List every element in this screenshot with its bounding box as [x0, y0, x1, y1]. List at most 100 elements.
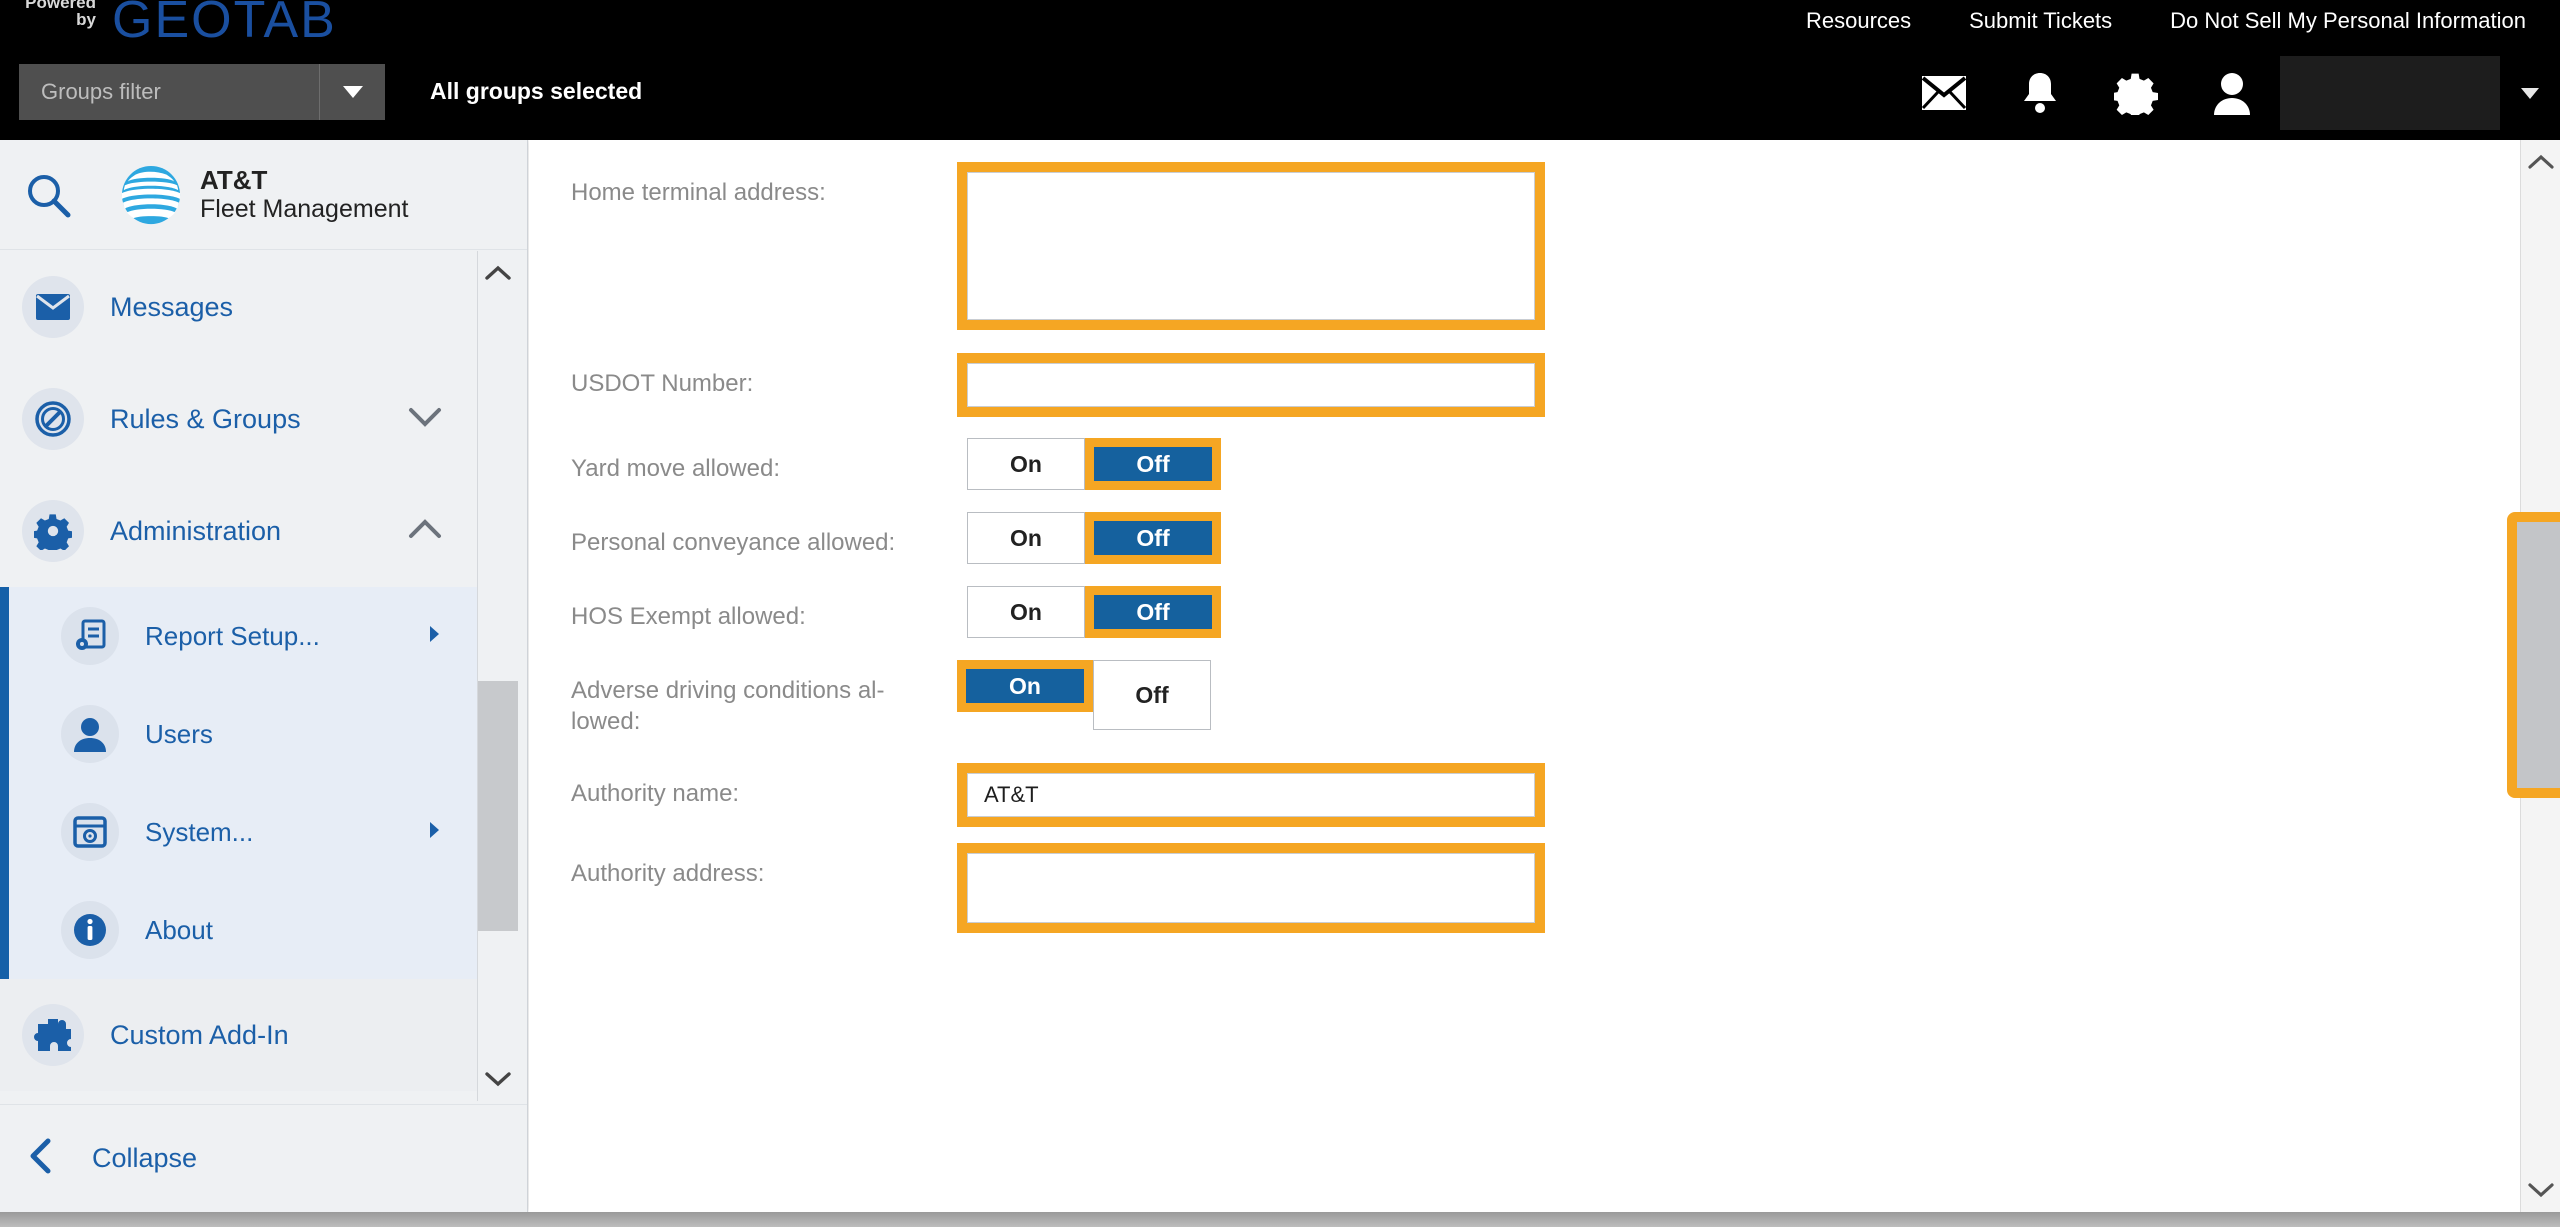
yard-move-on-button[interactable]: On	[967, 438, 1085, 490]
chevron-down-icon	[342, 86, 363, 98]
geotab-logo: GEOTAB	[112, 0, 337, 49]
yard-move-toggle-group: On Off	[967, 438, 1221, 490]
usdot-number-label: USDOT Number:	[571, 370, 754, 397]
powered-by-label: Powered by	[22, 0, 96, 28]
window-bottom-shadow	[0, 1212, 2560, 1227]
groups-filter-caret[interactable]	[319, 64, 385, 120]
sidebar-item-about[interactable]: About	[9, 881, 500, 979]
gear-icon	[22, 500, 84, 562]
usdot-number-input[interactable]	[967, 363, 1535, 407]
scroll-down-icon[interactable]	[478, 1059, 518, 1099]
form-row-authority-address: Authority address:	[529, 843, 2559, 938]
bell-icon[interactable]	[1992, 71, 2088, 115]
all-groups-selected-label: All groups selected	[430, 78, 643, 104]
sidebar-collapse-button[interactable]: Collapse	[0, 1104, 527, 1212]
att-fleet-logo: AT&T Fleet Management	[120, 164, 408, 226]
ban-circle-icon	[22, 388, 84, 450]
adverse-driving-off-button[interactable]: Off	[1093, 660, 1211, 730]
top-header-bar: Powered by GEOTAB Resources Submit Ticke…	[0, 0, 2560, 140]
chevron-down-icon	[408, 406, 442, 433]
hos-exempt-control: On Off	[957, 586, 1221, 638]
left-sidebar: AT&T Fleet Management Messages Rules & G…	[0, 140, 528, 1212]
adverse-driving-on-button[interactable]: On	[966, 669, 1084, 703]
sidebar-item-label: Messages	[110, 291, 234, 322]
hos-exempt-off-button[interactable]: Off	[1094, 595, 1212, 629]
authority-address-control	[957, 843, 1545, 938]
sidebar-item-report-setup[interactable]: Report Setup...	[9, 587, 500, 685]
do-not-sell-link[interactable]: Do Not Sell My Personal Information	[2170, 8, 2526, 34]
focus-highlight-ring	[2507, 512, 2560, 798]
focus-highlight-ring	[957, 843, 1545, 934]
authority-address-label: Authority address:	[571, 860, 765, 888]
authority-name-input[interactable]: AT&T	[967, 773, 1535, 818]
sidebar-item-label: Rules & Groups	[110, 403, 301, 434]
sidebar-item-administration[interactable]: Administration	[0, 475, 500, 587]
sidebar-nav-scroll-area: Messages Rules & Groups Administration R…	[0, 251, 527, 1101]
form-row-adverse-driving: Adverse driving conditions al- lowed: On…	[529, 660, 2559, 737]
scroll-down-icon[interactable]	[2521, 1170, 2560, 1210]
home-terminal-address-label: Home terminal address:	[571, 179, 826, 206]
user-menu-caret[interactable]	[2500, 87, 2560, 99]
resources-link[interactable]: Resources	[1806, 8, 1911, 34]
personal-conveyance-toggle-group: On Off	[967, 512, 1221, 564]
form-row-home-terminal-address: Home terminal address:	[529, 162, 2559, 335]
sidebar-item-users[interactable]: Users	[9, 685, 500, 783]
yard-move-off-button[interactable]: Off	[1094, 447, 1212, 481]
hos-exempt-toggle-group: On Off	[967, 586, 1221, 638]
yard-move-control: On Off	[957, 438, 1221, 490]
scroll-up-icon[interactable]	[2521, 142, 2560, 182]
report-setup-icon	[61, 607, 119, 665]
focus-highlight-ring: Off	[1085, 586, 1221, 638]
sidebar-item-rules-groups[interactable]: Rules & Groups	[0, 363, 500, 475]
content-scrollbar[interactable]	[2507, 140, 2560, 1212]
sidebar-scrollbar-thumb[interactable]	[478, 681, 518, 931]
gear-icon[interactable]	[2088, 71, 2184, 115]
focus-highlight-ring: Off	[1085, 438, 1221, 490]
adverse-driving-toggle-group: On Off	[957, 660, 1211, 730]
sidebar-scrollbar[interactable]	[477, 251, 518, 1101]
user-icon[interactable]	[2184, 71, 2280, 115]
content-scrollbar-thumb[interactable]	[2517, 522, 2560, 788]
chevron-right-icon	[426, 819, 442, 846]
mail-icon	[22, 276, 84, 338]
groups-filter-dropdown[interactable]: Groups filter	[19, 64, 385, 120]
focus-highlight-ring	[957, 162, 1545, 330]
sidebar-brand-row: AT&T Fleet Management	[0, 140, 527, 250]
username-redacted-field[interactable]	[2280, 56, 2500, 130]
focus-highlight-ring: Off	[1085, 512, 1221, 564]
driver-settings-form: Home terminal address: USDOT Number: Yar…	[529, 140, 2559, 938]
groups-filter-placeholder[interactable]: Groups filter	[19, 64, 319, 120]
home-terminal-address-control	[957, 162, 1545, 335]
form-row-hos-exempt: HOS Exempt allowed: On Off	[529, 586, 2559, 638]
hos-exempt-label: HOS Exempt allowed:	[571, 603, 806, 630]
focus-highlight-ring: On	[957, 660, 1093, 712]
info-icon	[61, 901, 119, 959]
collapse-label: Collapse	[92, 1143, 198, 1173]
focus-highlight-ring	[957, 353, 1545, 417]
hos-exempt-on-button[interactable]: On	[967, 586, 1085, 638]
by-word: by	[76, 10, 96, 29]
sidebar-item-label: Administration	[110, 515, 282, 546]
home-terminal-address-textarea[interactable]	[967, 172, 1535, 320]
authority-name-label: Authority name:	[571, 780, 740, 808]
authority-address-textarea[interactable]	[967, 853, 1535, 924]
mail-icon[interactable]	[1896, 76, 1992, 110]
sidebar-item-system[interactable]: System...	[9, 783, 500, 881]
authority-name-control: AT&T	[957, 763, 1545, 828]
sidebar-item-messages[interactable]: Messages	[0, 251, 500, 363]
att-globe-icon	[121, 165, 181, 224]
main-content-panel: Home terminal address: USDOT Number: Yar…	[529, 140, 2560, 1212]
submit-tickets-link[interactable]: Submit Tickets	[1969, 8, 2112, 34]
personal-conveyance-off-button[interactable]: Off	[1094, 521, 1212, 555]
sidebar-item-label: Custom Add-In	[110, 1019, 289, 1050]
sidebar-scrollbar-track[interactable]	[478, 251, 518, 1101]
personal-conveyance-on-button[interactable]: On	[967, 512, 1085, 564]
scroll-up-icon[interactable]	[478, 253, 518, 293]
focus-highlight-ring: AT&T	[957, 763, 1545, 828]
chevron-right-icon	[426, 623, 442, 650]
sidebar-item-custom-addin[interactable]: Custom Add-In	[0, 979, 500, 1091]
chevron-up-icon	[408, 518, 442, 545]
sidebar-administration-submenu: Report Setup... Users System... About	[0, 587, 500, 979]
usdot-number-control	[957, 353, 1545, 422]
search-icon[interactable]	[0, 172, 96, 218]
